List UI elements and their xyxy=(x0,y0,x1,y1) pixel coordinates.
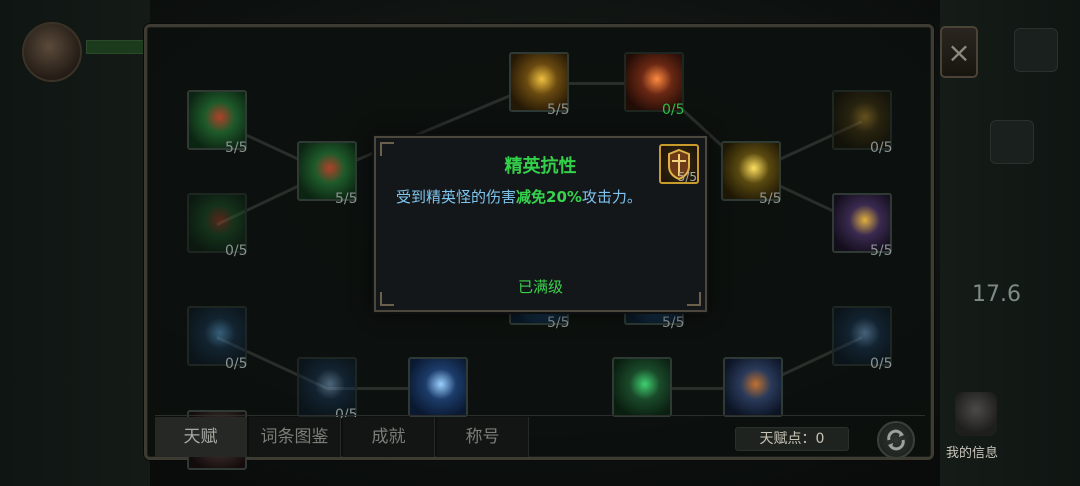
tooltip-desc-prefix: 受到精英怪的伤害 xyxy=(396,188,517,206)
talent-node[interactable] xyxy=(408,357,468,417)
tab-titles[interactable]: 称号 xyxy=(437,417,529,457)
tooltip-desc-highlight: 减免20% xyxy=(516,188,582,206)
left-hud xyxy=(0,0,150,486)
close-button[interactable]: × xyxy=(940,26,978,78)
tab-achievements[interactable]: 成就 xyxy=(343,417,435,457)
pause-button[interactable] xyxy=(1014,28,1058,72)
talent-node-count: 0/5 xyxy=(662,102,685,118)
talent-node-count: 5/5 xyxy=(547,102,570,118)
tooltip-title: 精英抗性 xyxy=(504,156,577,177)
refresh-icon xyxy=(887,429,905,451)
talent-node-count: 0/5 xyxy=(225,243,248,259)
tooltip-description: 受到精英怪的伤害减免20%攻击力。 xyxy=(396,186,642,207)
talent-tooltip: 精英抗性 受到精英怪的伤害减免20%攻击力。 5/5 已满级 xyxy=(374,136,707,312)
talent-node-count: 5/5 xyxy=(335,191,358,207)
boot-icon xyxy=(725,359,781,415)
my-info-label[interactable]: 我的信息 xyxy=(946,442,998,461)
talent-node-count: 5/5 xyxy=(225,140,248,156)
talent-node-count: 5/5 xyxy=(759,191,782,207)
talent-node-count: 0/5 xyxy=(870,140,893,156)
tab-entry-gallery[interactable]: 词条图鉴 xyxy=(249,417,341,457)
tooltip-status: 已满级 xyxy=(517,278,563,296)
tooltip-desc-suffix: 攻击力。 xyxy=(581,188,642,206)
talent-node-count: 0/5 xyxy=(870,356,893,372)
tooltip-icon-count: 5/5 xyxy=(677,170,697,184)
talent-node[interactable] xyxy=(723,357,783,417)
talent-points: 天赋点：0 xyxy=(735,427,849,451)
side-menu-button[interactable] xyxy=(990,120,1034,164)
talent-node-count: 5/5 xyxy=(662,315,685,331)
talent-node-count: 5/5 xyxy=(870,243,893,259)
talent-node[interactable] xyxy=(612,357,672,417)
hp-bar xyxy=(86,40,146,54)
talent-node-count: 5/5 xyxy=(547,315,570,331)
my-info-icon[interactable] xyxy=(955,392,997,436)
poison-icon xyxy=(614,359,670,415)
blade-icon xyxy=(410,359,466,415)
tab-talent[interactable]: 天赋 xyxy=(155,417,247,457)
side-stat-value: 17.6 xyxy=(972,282,1021,307)
talent-node-count: 0/5 xyxy=(225,356,248,372)
reset-talents-button[interactable] xyxy=(877,421,915,459)
player-avatar[interactable] xyxy=(22,22,82,82)
